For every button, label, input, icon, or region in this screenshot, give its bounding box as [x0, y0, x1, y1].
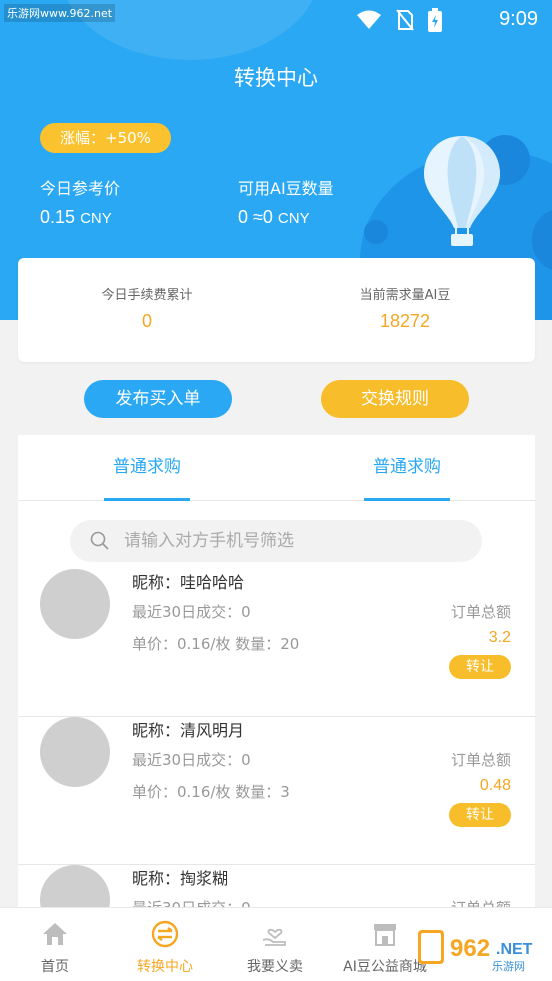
svg-text:.NET: .NET — [496, 941, 533, 958]
shop-icon — [374, 924, 396, 946]
nickname: 昵称：掏浆糊 — [132, 869, 229, 888]
nav-label: 首页 — [41, 959, 69, 975]
order-item: 昵称：哇哈哈哈 最近30日成交：0 单价：0.16/枚 数量：20 订单总额 3… — [18, 569, 535, 717]
tab-label: 普通求购 — [113, 457, 181, 477]
clock: 9:09 — [499, 8, 538, 30]
site-logo: 962 .NET 乐游网 — [418, 930, 533, 973]
rise-badge: 涨幅：+50% — [40, 123, 171, 153]
fee-value: 0 — [141, 311, 152, 331]
nav-label: 转换中心 — [137, 959, 193, 975]
order-total-value: 0.48 — [479, 777, 511, 794]
tab-indicator — [104, 498, 190, 501]
publish-buy-button[interactable]: 发布买入单 — [84, 380, 232, 418]
battery-icon — [428, 8, 442, 32]
tab-label: 普通求购 — [373, 457, 441, 477]
tab-normal-buy-1[interactable]: 普通求购 — [102, 435, 192, 501]
site-watermark: 乐游网www.962.net — [4, 4, 116, 22]
demand-value: 18272 — [379, 311, 431, 331]
home-icon — [43, 923, 67, 945]
order-total-value: 3.2 — [488, 629, 511, 646]
unit-price: 单价：0.16/枚 数量：20 — [132, 635, 300, 653]
nav-charity-sale[interactable]: 我要义卖 — [220, 908, 330, 981]
nickname: 昵称：哇哈哈哈 — [132, 573, 245, 592]
transfer-button[interactable]: 转让 — [449, 803, 511, 827]
transfer-button[interactable]: 转让 — [449, 655, 511, 679]
svg-text:乐游网: 乐游网 — [492, 960, 525, 973]
no-sim-icon — [396, 9, 414, 31]
order-panel: 普通求购 普通求购 昵称：哇哈哈哈 最近30日成交：0 单价：0.16/枚 数量… — [18, 435, 535, 915]
recent-deals: 最近30日成交：0 — [132, 603, 251, 621]
reference-price-value: 0.15 CNY — [40, 207, 112, 227]
search-icon — [90, 531, 109, 550]
balloon-icon — [424, 136, 500, 246]
available-ai-value: 0 ≈0 CNY — [238, 207, 310, 227]
tab-normal-buy-2[interactable]: 普通求购 — [362, 435, 452, 501]
fee-stat: 今日手续费累计 0 — [18, 284, 276, 332]
tab-indicator — [364, 498, 450, 501]
decor-circle — [364, 220, 388, 244]
stats-card: 今日手续费累计 0 当前需求量AI豆 18272 — [18, 258, 535, 362]
nav-exchange-center[interactable]: 转换中心 — [110, 908, 220, 981]
order-total-label: 订单总额 — [450, 603, 511, 621]
demand-stat: 当前需求量AI豆 18272 — [276, 284, 534, 332]
status-bar: 乐游网www.962.net 9:09 — [0, 0, 552, 40]
avatar — [40, 569, 110, 639]
nickname: 昵称：清风明月 — [132, 721, 245, 740]
unit-price: 单价：0.16/枚 数量：3 — [132, 783, 290, 801]
svg-text:962: 962 — [450, 935, 490, 962]
wifi-icon — [357, 10, 381, 29]
charity-icon — [262, 928, 286, 946]
tab-bar: 普通求购 普通求购 — [18, 435, 535, 501]
order-item: 昵称：清风明月 最近30日成交：0 单价：0.16/枚 数量：3 订单总额 0.… — [18, 717, 535, 865]
avatar — [40, 717, 110, 787]
fee-label: 今日手续费累计 — [101, 288, 193, 303]
order-total-label: 订单总额 — [450, 751, 511, 769]
nav-label: 我要义卖 — [247, 959, 303, 975]
exchange-icon — [151, 920, 179, 948]
reference-price-label: 今日参考价 — [40, 179, 121, 198]
recent-deals: 最近30日成交：0 — [132, 751, 251, 769]
nav-home[interactable]: 首页 — [0, 908, 110, 981]
available-ai-label: 可用AI豆数量 — [238, 179, 334, 198]
page-title: 转换中心 — [234, 66, 318, 90]
phone-search-input[interactable] — [124, 520, 464, 562]
phone-search-bar[interactable] — [70, 520, 482, 562]
exchange-rules-button[interactable]: 交换规则 — [321, 380, 469, 418]
demand-label: 当前需求量AI豆 — [359, 288, 451, 303]
